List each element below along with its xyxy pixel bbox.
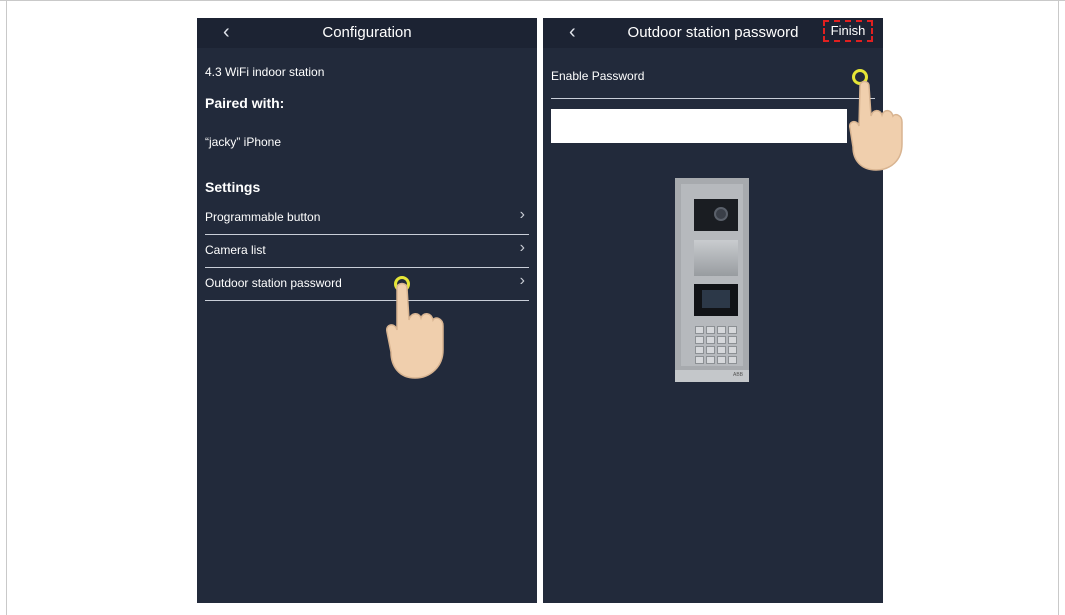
- chevron-right-icon: ›: [519, 206, 525, 223]
- camera-lens-icon: [714, 207, 728, 221]
- password-navbar: ‹ Outdoor station password Finish: [543, 18, 883, 48]
- outdoor-station-password-screen: ‹ Outdoor station password Finish Enable…: [543, 18, 883, 603]
- brand-logo: ABB: [732, 372, 743, 378]
- keypad-key: [717, 326, 726, 334]
- settings-item-label: Programmable button: [205, 210, 321, 224]
- keypad-key: [695, 346, 704, 354]
- frame-left-border: [6, 0, 7, 615]
- settings-item-label: Camera list: [205, 243, 266, 257]
- display-module: [694, 284, 738, 316]
- settings-item-camera-list[interactable]: Camera list ›: [205, 235, 529, 267]
- panel-base: ABB: [675, 370, 749, 382]
- keypad-key: [695, 356, 704, 364]
- paired-device: “jacky” iPhone: [205, 135, 282, 149]
- chevron-right-icon: ›: [519, 239, 525, 256]
- outdoor-station-faceplate: [681, 184, 743, 366]
- paired-heading: Paired with:: [205, 95, 285, 111]
- keypad-module: [695, 326, 739, 366]
- keypad-key: [728, 346, 737, 354]
- page-title: Configuration: [322, 24, 412, 41]
- camera-module: [694, 199, 738, 231]
- display-screen: [702, 290, 730, 308]
- keypad-key: [695, 326, 704, 334]
- settings-heading: Settings: [205, 179, 261, 195]
- divider: [205, 300, 529, 301]
- password-input[interactable]: [551, 109, 847, 143]
- frame-top-border: [0, 0, 1065, 1]
- settings-item-programmable-button[interactable]: Programmable button ›: [205, 202, 529, 234]
- keypad-key: [695, 336, 704, 344]
- settings-item-label: Outdoor station password: [205, 276, 342, 290]
- keypad-key: [728, 356, 737, 364]
- divider: [551, 98, 875, 99]
- keypad-key: [706, 346, 715, 354]
- keypad-key: [728, 326, 737, 334]
- keypad-key: [717, 356, 726, 364]
- settings-item-outdoor-station-password[interactable]: Outdoor station password ›: [205, 268, 529, 300]
- frame-right-border: [1058, 0, 1059, 615]
- pointing-hand-icon: [386, 282, 444, 379]
- outdoor-station-image: ABB: [675, 178, 749, 382]
- keypad-key: [717, 336, 726, 344]
- device-name: 4.3 WiFi indoor station: [205, 65, 325, 79]
- keypad-key: [706, 336, 715, 344]
- finish-button[interactable]: Finish: [823, 20, 873, 42]
- keypad-key: [728, 336, 737, 344]
- keypad-key: [717, 346, 726, 354]
- configuration-navbar: ‹ Configuration: [197, 18, 537, 48]
- enable-password-label: Enable Password: [551, 69, 645, 83]
- keypad-key: [706, 356, 715, 364]
- keypad-key: [706, 326, 715, 334]
- speaker-module: [694, 240, 738, 276]
- pointing-hand-icon: [848, 80, 903, 171]
- configuration-screen: ‹ Configuration 4.3 WiFi indoor station …: [197, 18, 537, 603]
- chevron-right-icon: ›: [519, 272, 525, 289]
